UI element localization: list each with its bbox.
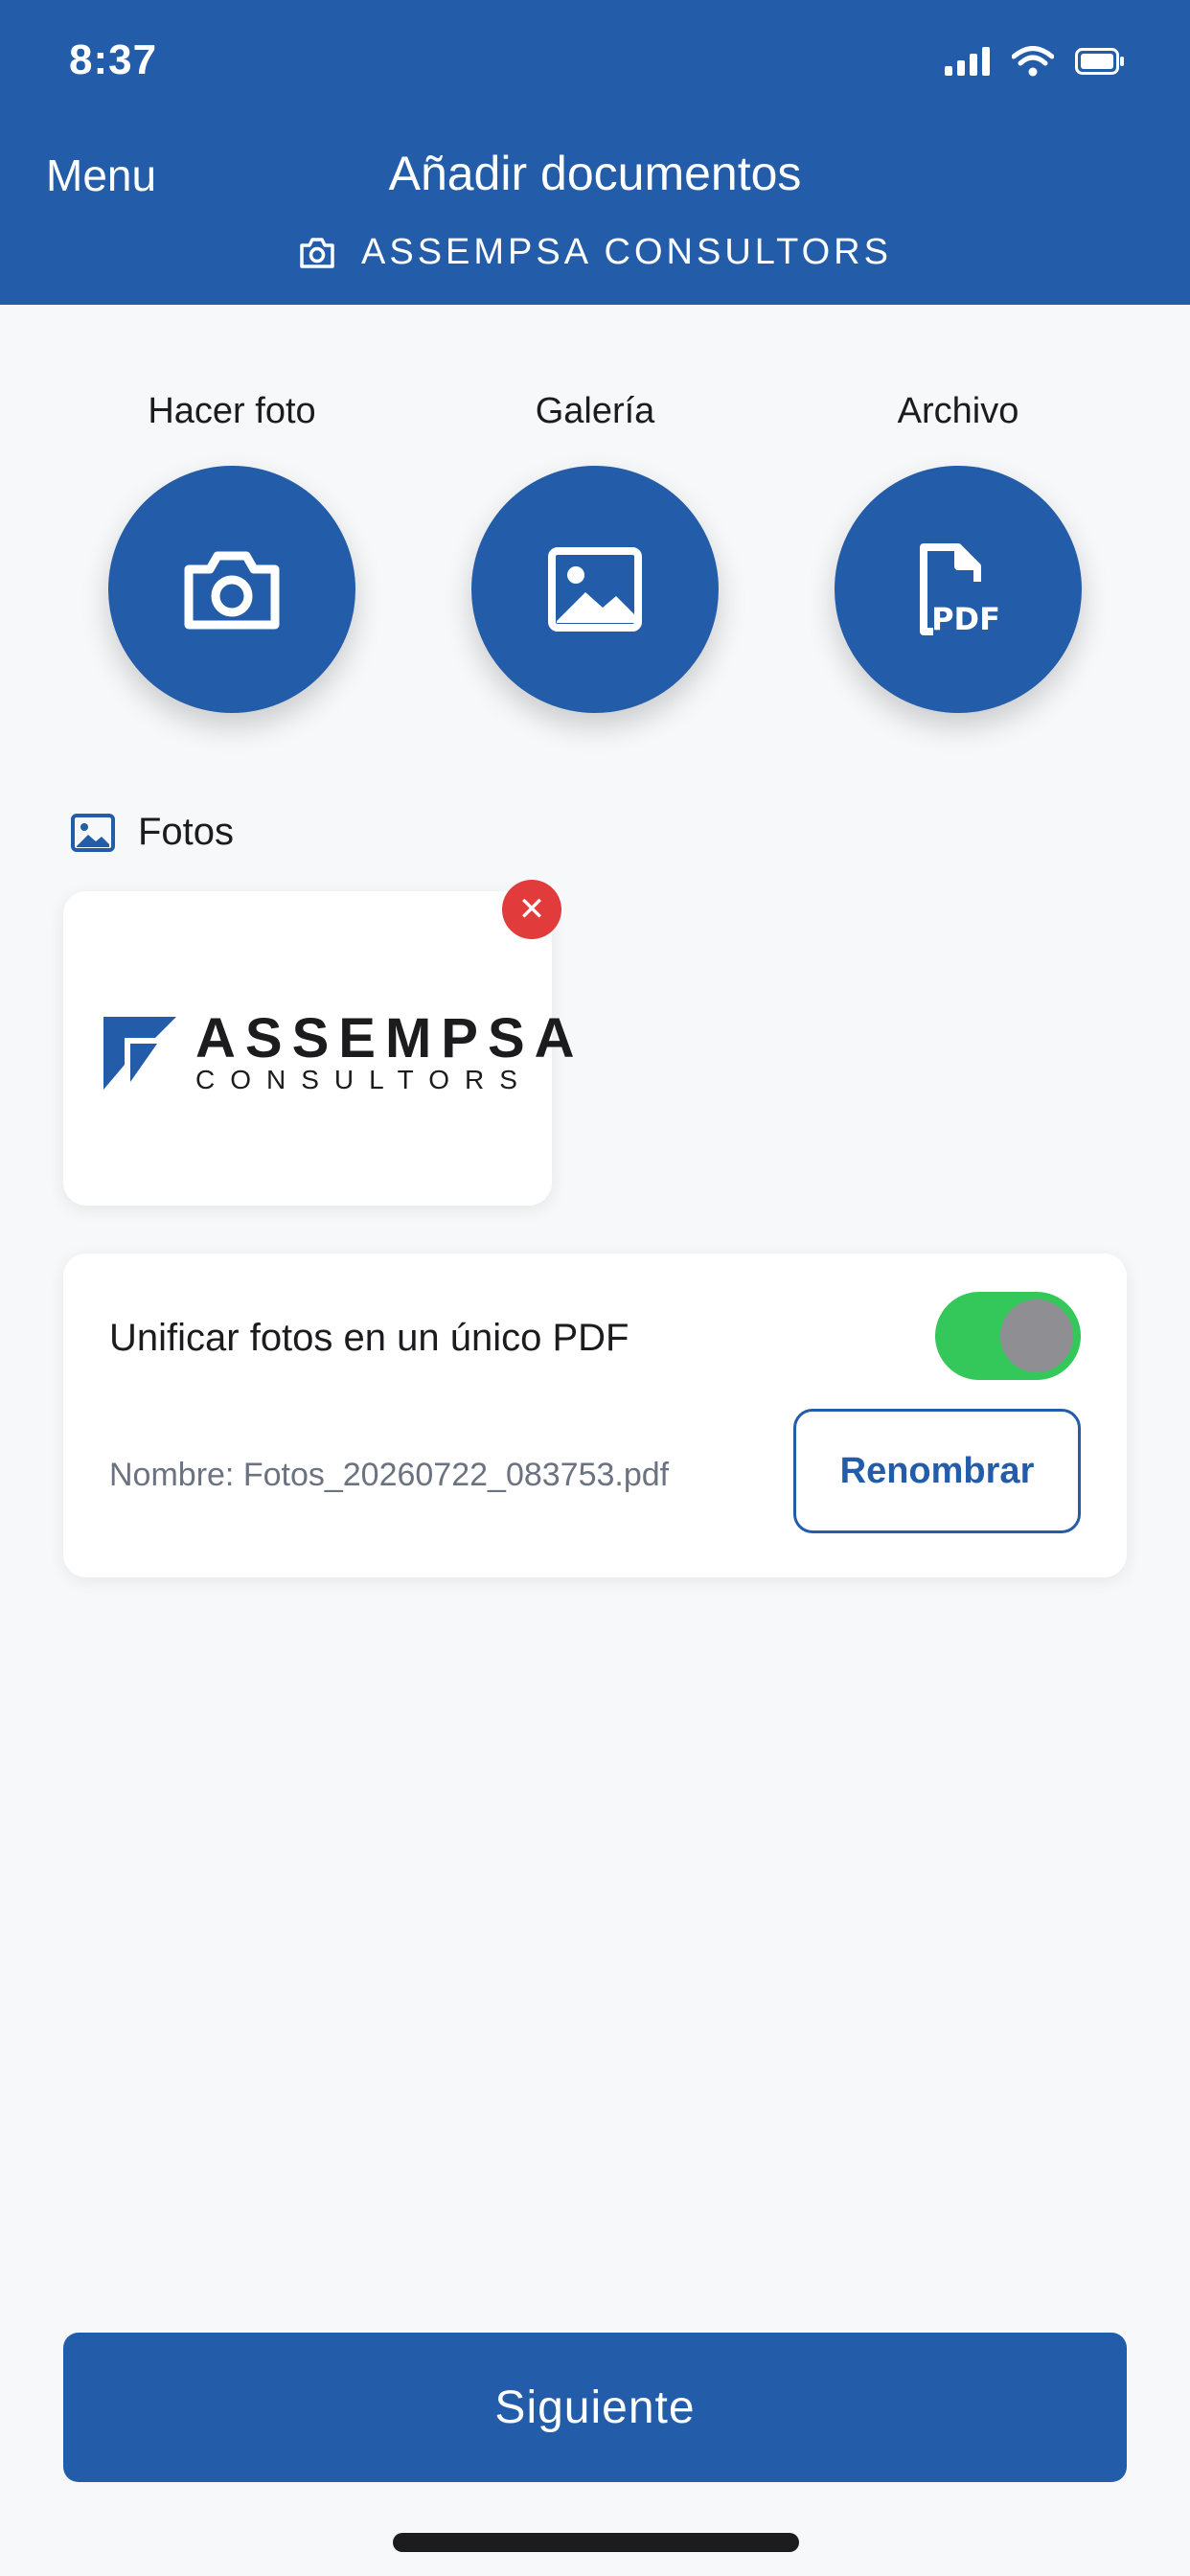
battery-icon — [1075, 48, 1124, 75]
remove-photo-button[interactable]: ✕ — [502, 880, 561, 939]
company-logo: ASSEMPSA CONSULTORS — [102, 1007, 584, 1094]
unify-pdf-label: Unificar fotos en un único PDF — [109, 1317, 629, 1359]
gallery-button[interactable] — [471, 466, 719, 713]
wifi-icon — [1012, 46, 1054, 77]
file-label: Archivo — [897, 391, 1019, 431]
logo-sub-text: CONSULTORS — [195, 1065, 533, 1094]
gallery-action[interactable]: Galería — [470, 391, 720, 713]
file-action[interactable]: Archivo PDF — [834, 391, 1083, 713]
svg-text:PDF: PDF — [931, 601, 1000, 637]
page-title: Añadir documentos — [388, 147, 802, 200]
pdf-filename: Nombre: Fotos_20260722_083753.pdf — [109, 1457, 670, 1493]
pdf-file-icon: PDF — [920, 543, 1000, 637]
company-subtitle: ASSEMPSA CONSULTORS — [0, 232, 1190, 273]
camera-icon — [184, 551, 280, 630]
take-photo-label: Hacer foto — [148, 391, 316, 431]
gallery-label: Galería — [535, 391, 655, 431]
logo-main-text: ASSEMPSA — [195, 1007, 584, 1070]
take-photo-button[interactable] — [108, 466, 355, 713]
photos-section-label: Fotos — [138, 811, 235, 853]
take-photo-action[interactable]: Hacer foto — [107, 391, 356, 713]
next-button[interactable]: Siguiente — [63, 2333, 1127, 2482]
close-icon: ✕ — [517, 891, 546, 928]
rename-button[interactable]: Renombrar — [793, 1409, 1081, 1533]
file-button[interactable]: PDF — [835, 466, 1082, 713]
status-icons — [945, 46, 1125, 77]
image-icon — [71, 813, 115, 852]
photos-section-header: Fotos — [71, 811, 234, 854]
status-time: 8:37 — [69, 36, 158, 83]
top-bar: 8:37 Menu Añadir documentos ASSEMPSA CON… — [0, 0, 1190, 305]
toggle-knob — [1000, 1300, 1073, 1372]
camera-icon — [300, 237, 334, 268]
pdf-options-card: Unificar fotos en un único PDF Nombre: F… — [63, 1254, 1127, 1577]
logo-mark — [103, 1017, 176, 1090]
signal-icon — [945, 47, 990, 76]
company-name: ASSEMPSA CONSULTORS — [361, 232, 892, 272]
home-indicator — [393, 2533, 799, 2552]
unify-pdf-toggle[interactable] — [935, 1292, 1081, 1380]
photo-thumbnail[interactable]: ASSEMPSA CONSULTORS — [63, 891, 575, 1206]
image-icon — [548, 547, 642, 632]
